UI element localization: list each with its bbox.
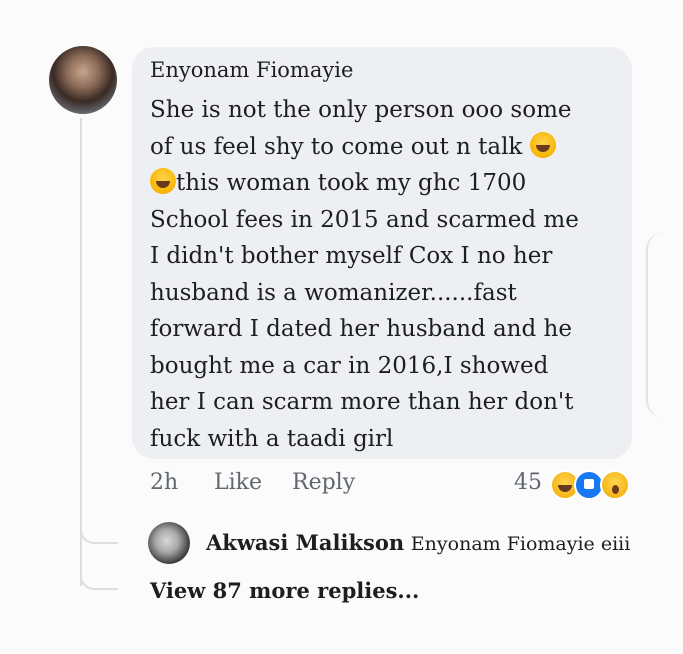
thread-branch-reply	[80, 520, 118, 544]
comment-line: husband is a womanizer......fast	[150, 279, 517, 306]
comment-line: bought me a car in 2016,I showed	[150, 352, 549, 379]
comment-line: fuck with a taadi girl	[150, 425, 394, 452]
wow-icon[interactable]	[600, 470, 630, 500]
comment-timestamp[interactable]: 2h	[150, 470, 178, 495]
comment-line: She is not the only person ooo some	[150, 97, 572, 123]
rolling-on-floor-laughing-icon	[529, 131, 556, 158]
view-more-replies-link[interactable]: View 87 more replies...	[150, 578, 419, 603]
comment-line: I didn't bother myself Cox I no her	[150, 243, 553, 269]
comment-text: She is not the only person ooo some of u…	[150, 92, 620, 457]
rolling-on-floor-laughing-icon	[150, 168, 176, 194]
reply-text: Enyonam Fiomayie eiii	[410, 533, 631, 555]
like-button[interactable]: Like	[214, 470, 262, 495]
reaction-count[interactable]: 45	[514, 470, 542, 495]
thread-connector	[80, 118, 82, 586]
comment-author[interactable]: Enyonam Fiomayie	[150, 58, 353, 82]
adjacent-bubble-edge	[646, 232, 666, 418]
reply-preview[interactable]: Akwasi Malikson Enyonam Fiomayie eiii	[206, 530, 630, 555]
comment-line: of us feel shy to come out n talk	[150, 133, 530, 160]
reply-avatar[interactable]	[148, 522, 190, 564]
commenter-avatar[interactable]	[49, 46, 117, 114]
comment-line: her I can scarm more than her don't	[150, 389, 574, 415]
reply-button[interactable]: Reply	[292, 470, 355, 495]
reply-author[interactable]: Akwasi Malikson	[206, 530, 404, 555]
comment-line: forward I dated her husband and he	[150, 316, 572, 342]
comment-line: this woman took my ghc 1700	[176, 170, 527, 196]
thread-branch-view-more	[80, 566, 118, 590]
comment-line: School fees in 2015 and scarmed me	[150, 206, 579, 233]
